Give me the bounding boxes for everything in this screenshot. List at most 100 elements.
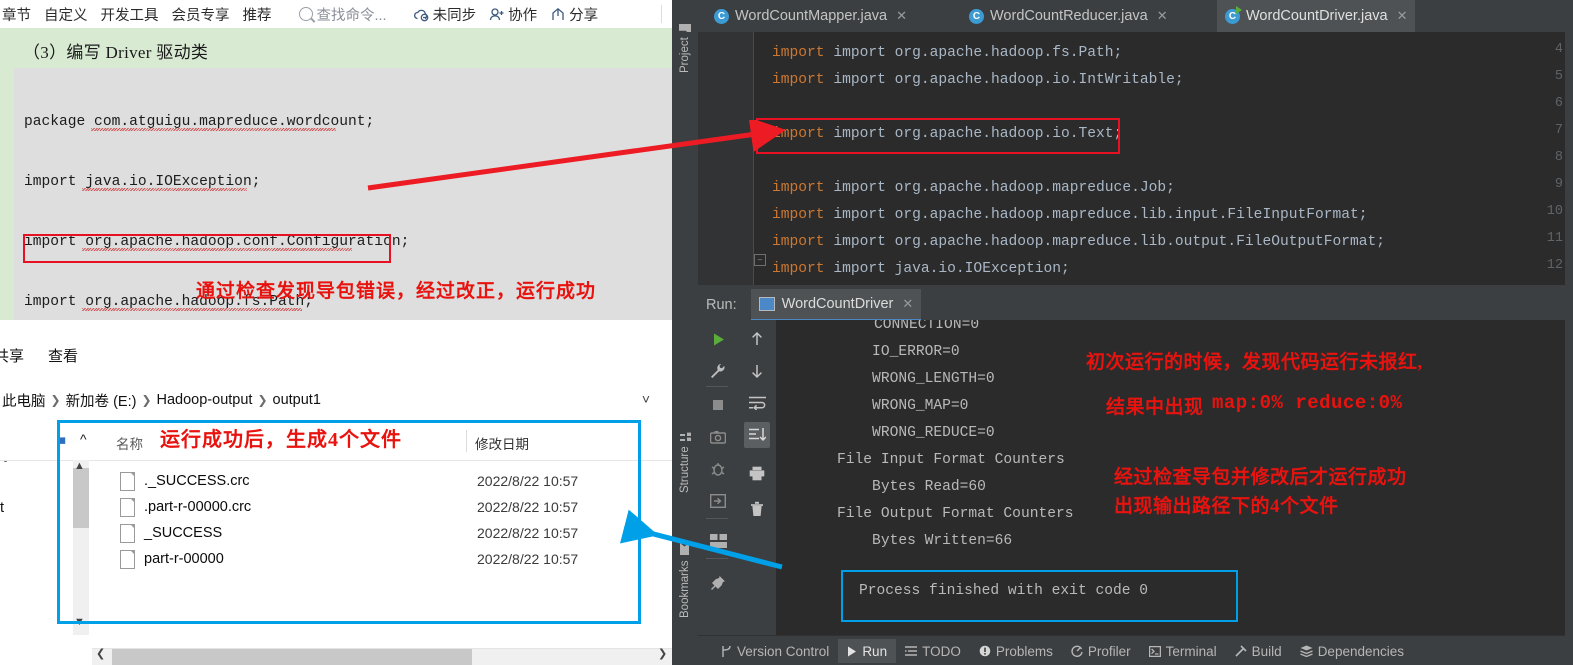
share-button[interactable]: 分享 xyxy=(550,4,598,25)
file-icon xyxy=(120,523,135,543)
explorer-address-bar[interactable]: ❯ 此电脑 ❯ 新加卷 (E:) ❯ Hadoop-output ❯ outpu… xyxy=(0,378,672,462)
editor-gutter[interactable] xyxy=(698,32,754,290)
file-explorer-window: 共享 查看 ❯ 此电脑 ❯ 新加卷 (E:) ❯ Hadoop-output ❯… xyxy=(0,320,672,665)
sidebar-item-project[interactable]: Project xyxy=(672,8,698,88)
editor-import-highlight-box xyxy=(756,118,1120,154)
scroll-up-button[interactable] xyxy=(744,326,770,352)
statusbar-run[interactable]: Run xyxy=(838,639,897,663)
scroll-down-button[interactable] xyxy=(744,358,770,384)
chevron-right-icon: ❯ xyxy=(50,393,61,407)
code-fold-toggle[interactable]: – xyxy=(754,254,766,266)
sort-ascending-icon[interactable]: ^ xyxy=(80,431,87,447)
statusbar-problems[interactable]: Problems xyxy=(970,639,1062,663)
scroll-to-end-button[interactable] xyxy=(744,422,770,448)
sync-status-button[interactable]: 未同步 xyxy=(413,4,476,25)
play-icon xyxy=(847,646,857,657)
list-item[interactable]: part-r-00000 2022/8/22 10:57 xyxy=(0,546,672,572)
horizontal-scrollbar[interactable] xyxy=(92,648,672,665)
statusbar-version-control[interactable]: Version Control xyxy=(712,639,838,663)
line-number: 7 xyxy=(1554,123,1563,138)
list-item[interactable]: ._SUCCESS.crc 2022/8/22 10:57 xyxy=(0,468,672,494)
code-editor[interactable]: 4 5 6 7 8 9 10 11 12 import import org.a… xyxy=(698,32,1573,290)
edit-configuration-button[interactable] xyxy=(705,358,731,384)
scroll-down-icon[interactable]: ▼ xyxy=(74,616,85,628)
list-item[interactable]: .part-r-00000.crc 2022/8/22 10:57 xyxy=(0,494,672,520)
pin-icon[interactable]: ◆ xyxy=(54,432,70,448)
arrow-up-icon xyxy=(752,331,762,345)
menu-item-custom[interactable]: 自定义 xyxy=(44,4,88,25)
print-button[interactable] xyxy=(744,460,770,486)
explorer-ribbon: 共享 查看 xyxy=(0,320,672,379)
code-line: import import org.apache.hadoop.mapreduc… xyxy=(772,234,1386,250)
console-line: CONNECTION=0 xyxy=(874,320,980,333)
ribbon-tab-view[interactable]: 查看 xyxy=(48,345,78,366)
console-line: WRONG_LENGTH=0 xyxy=(802,371,995,387)
cloud-sync-icon xyxy=(413,9,428,21)
clear-all-button[interactable] xyxy=(744,496,770,522)
breadcrumb[interactable]: 此电脑 ❯ 新加卷 (E:) ❯ Hadoop-output ❯ output1 xyxy=(2,390,321,411)
console-line: File Output Format Counters xyxy=(802,506,1074,522)
debug-restart-button[interactable] xyxy=(705,456,731,482)
console-red-annotation-1: 初次运行的时候，发现代码运行未报红, xyxy=(1086,352,1423,373)
scroll-right-icon[interactable]: ❯ xyxy=(658,647,667,660)
breadcrumb-item-volume[interactable]: 新加卷 (E:) xyxy=(66,390,137,411)
horizontal-scrollbar-thumb[interactable] xyxy=(112,649,472,665)
ribbon-tab-share[interactable]: 共享 xyxy=(0,345,24,366)
scroll-up-icon[interactable]: ▲ xyxy=(74,460,85,472)
menubar-divider xyxy=(661,5,662,23)
menu-item-chapter[interactable]: 章节 xyxy=(2,4,31,25)
statusbar-dependencies[interactable]: Dependencies xyxy=(1291,639,1413,663)
stop-button[interactable] xyxy=(705,392,731,418)
resume-button[interactable] xyxy=(705,488,731,514)
statusbar-profiler[interactable]: Profiler xyxy=(1062,639,1140,663)
statusbar-terminal[interactable]: Terminal xyxy=(1140,639,1226,663)
collaborate-icon xyxy=(489,7,504,20)
run-tool-window: Run: WordCountDriver ✕ CONNECTION=0 IO_E… xyxy=(698,289,1573,635)
soft-wrap-button[interactable] xyxy=(744,390,770,416)
tab-wordcountdriver[interactable]: C WordCountDriver.java ✕ xyxy=(1217,0,1416,34)
breadcrumb-item-hadoop-output[interactable]: Hadoop-output xyxy=(157,392,253,408)
enter-arrow-icon xyxy=(710,494,726,509)
close-icon[interactable]: ✕ xyxy=(1397,8,1408,24)
list-item[interactable]: _SUCCESS 2022/8/22 10:57 xyxy=(0,520,672,546)
statusbar-todo[interactable]: TODO xyxy=(896,639,970,663)
vertical-scrollbar-thumb[interactable] xyxy=(73,468,89,528)
collaborate-button[interactable]: 协作 xyxy=(489,4,537,25)
sidebar-item-bookmarks[interactable]: Bookmarks xyxy=(672,528,698,633)
file-name: .part-r-00000.crc xyxy=(144,499,252,515)
tab-wordcountreducer[interactable]: C WordCountReducer.java ✕ xyxy=(961,0,1176,32)
run-configuration-tab[interactable]: WordCountDriver ✕ xyxy=(750,289,922,321)
intellij-idea-window: Project Structure Bookmarks C WordCountM… xyxy=(672,0,1573,665)
bug-icon xyxy=(711,463,725,476)
close-icon[interactable]: ✕ xyxy=(902,296,913,312)
menu-item-devtools[interactable]: 开发工具 xyxy=(101,4,159,25)
wrench-icon xyxy=(711,364,725,378)
menu-item-recommend[interactable]: 推荐 xyxy=(243,4,272,25)
screenshot-button[interactable] xyxy=(705,424,731,450)
sidebar-item-structure[interactable]: Structure xyxy=(672,415,698,510)
console-line: File Input Format Counters xyxy=(802,452,1065,468)
code-line-text: import org.apache.hadoop.io.IntWritable; xyxy=(833,72,1184,88)
tab-wordcountmapper[interactable]: C WordCountMapper.java ✕ xyxy=(706,0,915,32)
tab-label: WordCountMapper.java xyxy=(735,8,888,24)
menu-item-member[interactable]: 会员专享 xyxy=(172,4,230,25)
column-header-name[interactable]: 名称 xyxy=(116,433,143,453)
console-line: WRONG_REDUCE=0 xyxy=(802,425,995,441)
rerun-button[interactable] xyxy=(705,326,731,352)
code-line: import import org.apache.hadoop.io.IntWr… xyxy=(772,72,1184,88)
console-output[interactable]: CONNECTION=0 IO_ERROR=0 WRONG_LENGTH=0 W… xyxy=(776,320,1573,635)
column-header-date[interactable]: 修改日期 xyxy=(475,433,529,453)
pin-tab-button[interactable] xyxy=(705,570,731,596)
close-icon[interactable]: ✕ xyxy=(896,8,907,24)
statusbar-build[interactable]: Build xyxy=(1226,639,1291,663)
line-number: 11 xyxy=(1546,231,1563,246)
file-name: ._SUCCESS.crc xyxy=(144,473,250,489)
vertical-scrollbar[interactable] xyxy=(73,460,89,635)
scroll-left-icon[interactable]: ❮ xyxy=(96,647,105,660)
layout-settings-button[interactable] xyxy=(705,528,731,554)
chevron-down-icon[interactable]: ˅ xyxy=(642,391,650,407)
breadcrumb-item-output1[interactable]: output1 xyxy=(273,392,321,408)
close-icon[interactable]: ✕ xyxy=(1157,8,1168,24)
breadcrumb-item-this-pc[interactable]: 此电脑 xyxy=(2,390,46,411)
command-search-box[interactable]: 查找命令... xyxy=(298,4,387,25)
